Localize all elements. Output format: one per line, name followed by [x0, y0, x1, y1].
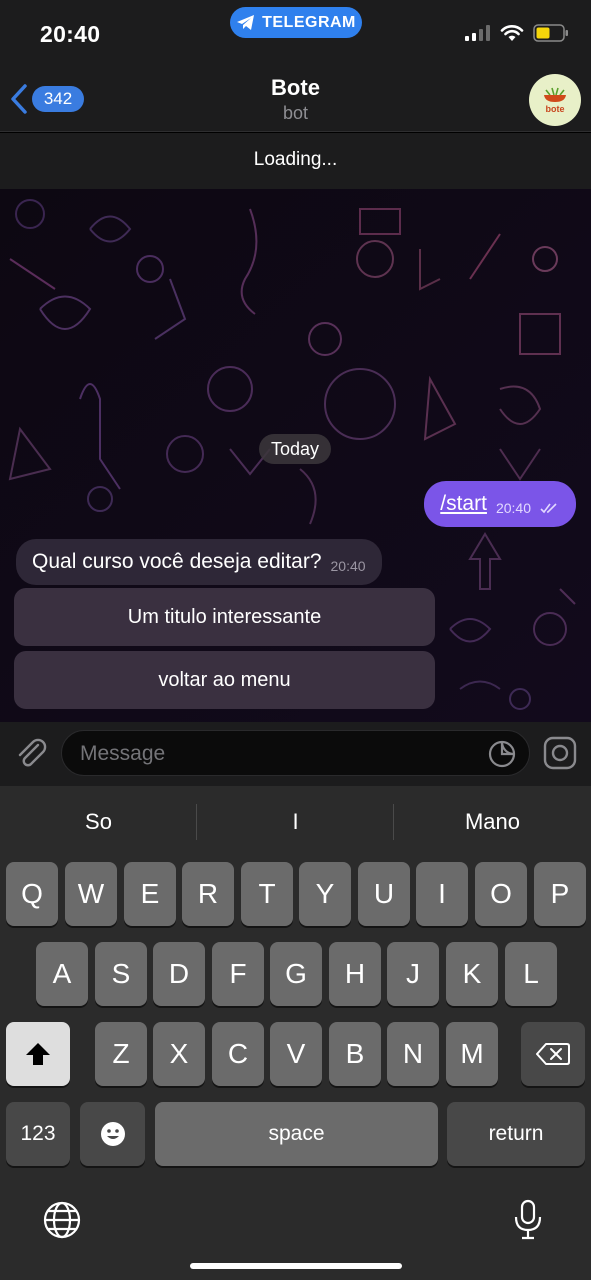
chat-area[interactable]: Today /start 20:40 Qual curso você desej…	[0, 189, 591, 722]
return-key[interactable]: return	[447, 1102, 585, 1166]
incoming-message[interactable]: Qual curso você deseja editar? 20:40	[16, 539, 382, 585]
shift-arrow-icon	[26, 1043, 50, 1065]
camera-icon[interactable]	[542, 735, 578, 771]
emoji-icon	[100, 1122, 125, 1146]
key-z[interactable]: Z	[95, 1022, 147, 1086]
outgoing-message-text[interactable]: /start	[440, 492, 487, 516]
microphone-icon[interactable]	[512, 1199, 544, 1241]
key-r[interactable]: R	[182, 862, 234, 926]
key-o[interactable]: O	[475, 862, 527, 926]
key-w[interactable]: W	[65, 862, 117, 926]
key-q[interactable]: Q	[6, 862, 58, 926]
backspace-key[interactable]	[521, 1022, 585, 1086]
key-j[interactable]: J	[387, 942, 439, 1006]
inline-button-title[interactable]: Um titulo interessante	[14, 588, 435, 646]
key-a[interactable]: A	[36, 942, 88, 1006]
status-bar: 20:40 TELEGRAM	[0, 0, 591, 62]
double-check-icon	[540, 503, 557, 514]
message-input-placeholder: Message	[80, 742, 166, 765]
avatar-text: bote	[545, 103, 565, 114]
inline-button-back-to-menu[interactable]: voltar ao menu	[14, 651, 435, 709]
sticker-icon[interactable]	[487, 739, 517, 769]
key-h[interactable]: H	[329, 942, 381, 1006]
key-f[interactable]: F	[212, 942, 264, 1006]
suggestion-so[interactable]: So	[0, 786, 197, 856]
space-key[interactable]: space	[155, 1102, 438, 1166]
key-g[interactable]: G	[270, 942, 322, 1006]
outgoing-message[interactable]: /start 20:40	[424, 481, 576, 527]
key-k[interactable]: K	[446, 942, 498, 1006]
key-y[interactable]: Y	[299, 862, 351, 926]
key-m[interactable]: M	[446, 1022, 498, 1086]
keyboard: So I Mano Q W E R T Y U I O P A S D F G …	[0, 786, 591, 1280]
telegram-app-pill[interactable]: TELEGRAM	[230, 7, 362, 38]
status-time: 20:40	[40, 21, 101, 47]
key-u[interactable]: U	[358, 862, 410, 926]
battery-icon	[533, 24, 568, 42]
numbers-key[interactable]: 123	[6, 1102, 70, 1166]
key-v[interactable]: V	[270, 1022, 322, 1086]
suggestion-i[interactable]: I	[197, 786, 394, 856]
signal-icon	[465, 25, 490, 41]
telegram-pill-label: TELEGRAM	[262, 13, 356, 31]
key-s[interactable]: S	[95, 942, 147, 1006]
key-p[interactable]: P	[534, 862, 586, 926]
bowl-icon	[544, 87, 566, 102]
key-n[interactable]: N	[387, 1022, 439, 1086]
chat-subtitle: bot	[282, 103, 309, 123]
key-x[interactable]: X	[153, 1022, 205, 1086]
key-i[interactable]: I	[416, 862, 468, 926]
bot-avatar[interactable]: bote	[529, 74, 581, 126]
loading-banner: Loading...	[0, 133, 591, 189]
incoming-message-time: 20:40	[330, 558, 366, 574]
status-icons	[465, 24, 569, 42]
wifi-icon	[500, 25, 524, 41]
key-b[interactable]: B	[329, 1022, 381, 1086]
globe-icon[interactable]	[43, 1201, 81, 1239]
shift-key[interactable]	[6, 1022, 70, 1086]
outgoing-message-time: 20:40	[495, 500, 531, 516]
message-input-bar: Message	[0, 722, 591, 786]
paperclip-icon[interactable]	[13, 735, 49, 771]
key-l[interactable]: L	[505, 942, 557, 1006]
date-separator: Today	[259, 434, 331, 464]
key-t[interactable]: T	[241, 862, 293, 926]
key-e[interactable]: E	[124, 862, 176, 926]
chat-header: 342 Bote bot bote	[0, 62, 591, 132]
telegram-plane-icon	[237, 15, 255, 30]
message-input[interactable]: Message	[61, 730, 530, 776]
suggestion-bar: So I Mano	[0, 786, 591, 856]
emoji-key[interactable]	[80, 1102, 145, 1166]
chat-title[interactable]: Bote	[0, 75, 591, 101]
incoming-message-text: Qual curso você deseja editar?	[32, 550, 322, 573]
key-d[interactable]: D	[153, 942, 205, 1006]
suggestion-mano[interactable]: Mano	[394, 786, 591, 856]
key-c[interactable]: C	[212, 1022, 264, 1086]
home-indicator[interactable]	[190, 1263, 402, 1269]
backspace-icon	[536, 1043, 570, 1065]
